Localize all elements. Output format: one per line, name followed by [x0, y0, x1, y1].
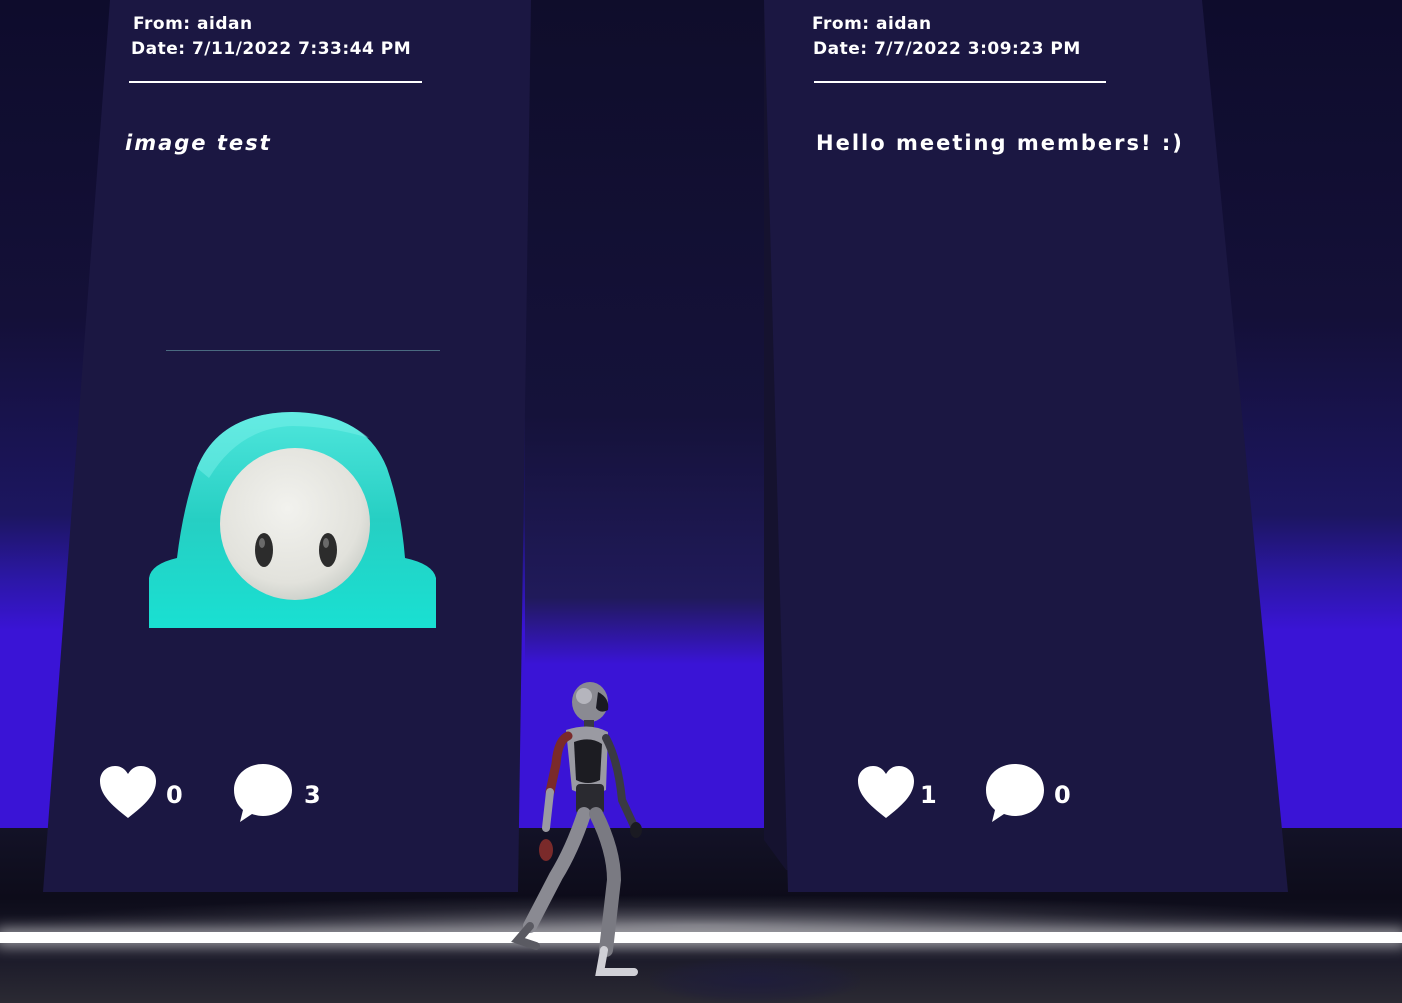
post-1-image-border — [166, 350, 440, 351]
floor-glow — [0, 895, 1402, 955]
speech-bubble-icon[interactable] — [232, 762, 294, 824]
post-2-date: Date: 7/7/2022 3:09:23 PM — [813, 39, 1081, 59]
post-1-from: From: aidan — [133, 14, 253, 34]
heart-icon[interactable] — [100, 766, 156, 820]
player-shadow — [650, 958, 860, 1003]
post-1-like-count: 0 — [166, 781, 183, 809]
heart-icon[interactable] — [858, 766, 914, 820]
player-robot-avatar — [511, 682, 642, 976]
post-1-comment-count: 3 — [304, 781, 321, 809]
fall-guy-character-image — [149, 412, 436, 628]
post-2-comment-count: 0 — [1054, 781, 1071, 809]
game-scene: From: aidan Date: 7/11/2022 7:33:44 PM i… — [0, 0, 1402, 1003]
post-2-from: From: aidan — [812, 14, 932, 34]
post-1-image[interactable] — [149, 398, 436, 628]
post-2-message: Hello meeting members! :) — [816, 131, 1184, 155]
speech-bubble-icon[interactable] — [984, 762, 1046, 824]
post-2-divider — [814, 81, 1106, 83]
post-2-like-count: 1 — [920, 781, 937, 809]
floor-light-strip — [0, 932, 1402, 943]
post-1-divider — [129, 81, 422, 83]
post-1-message: image test — [125, 131, 272, 155]
post-1-date: Date: 7/11/2022 7:33:44 PM — [131, 39, 412, 59]
